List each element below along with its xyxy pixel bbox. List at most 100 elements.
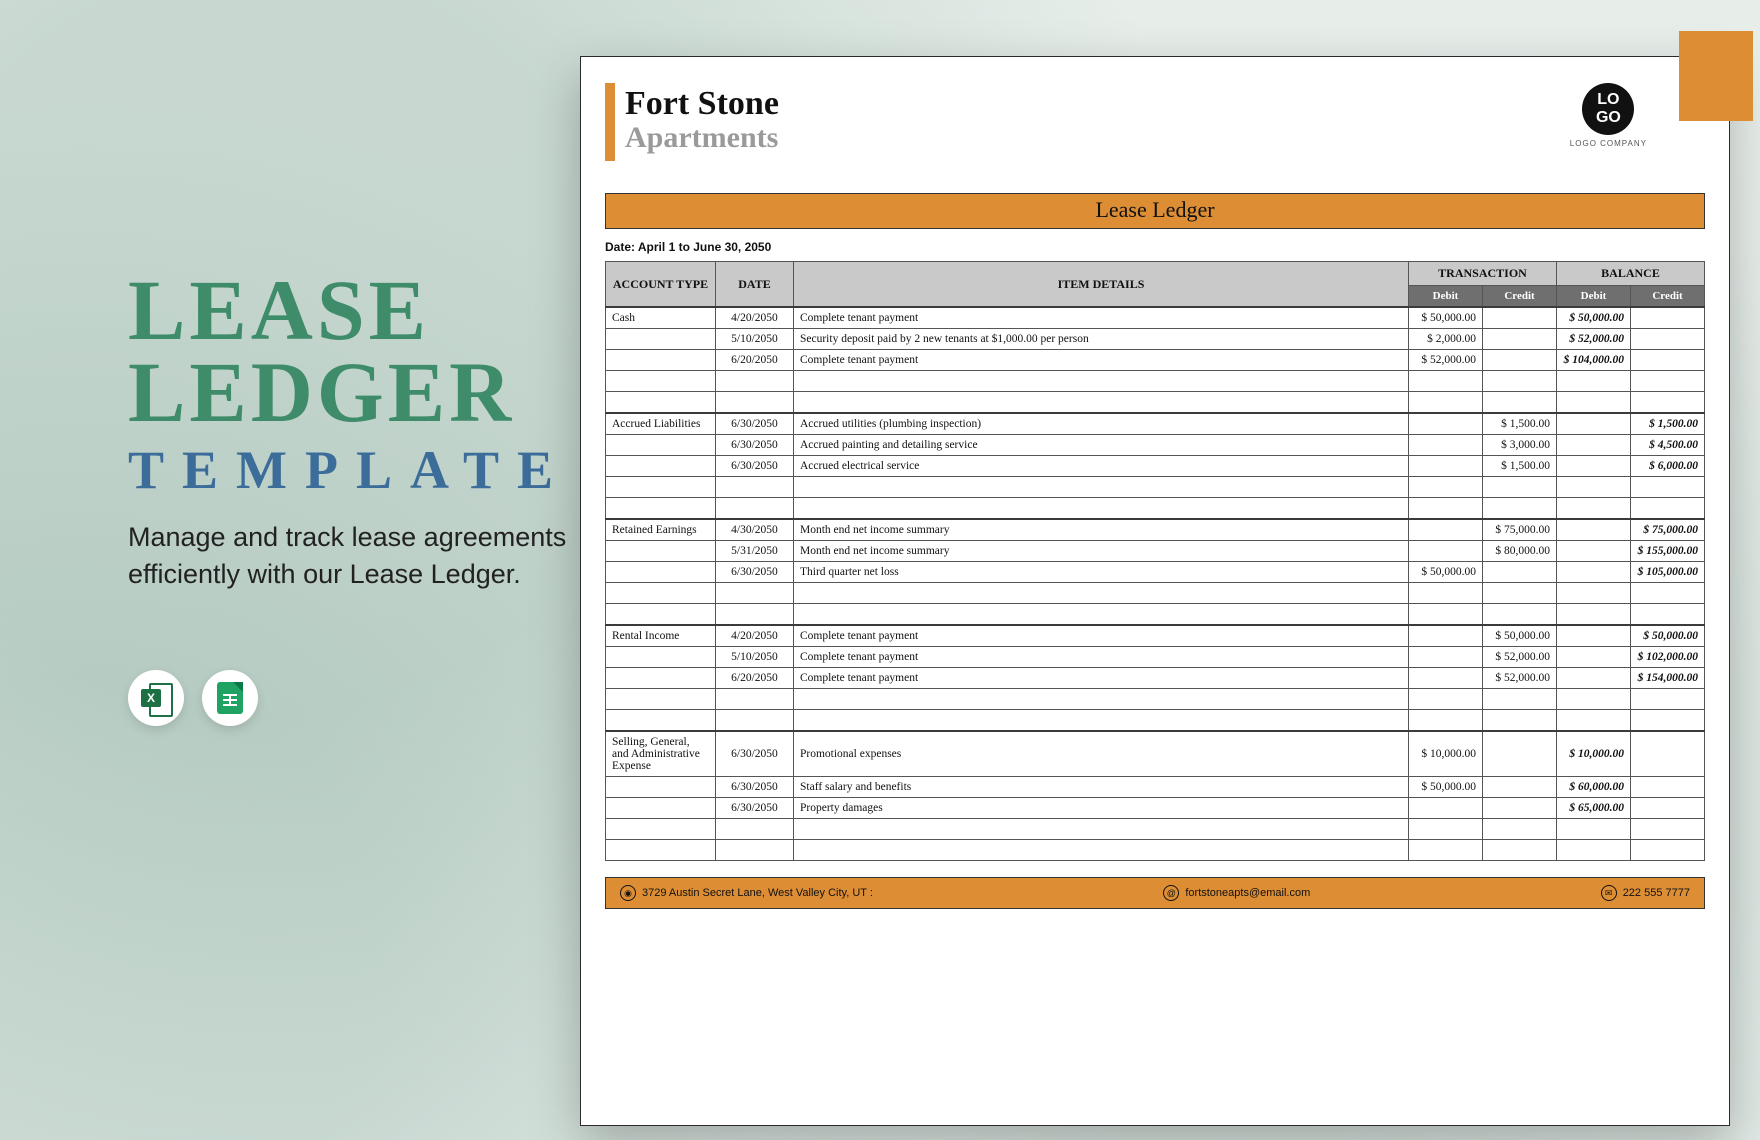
cell: 5/31/2050 — [716, 541, 794, 562]
doc-footer: ◉ 3729 Austin Secret Lane, West Valley C… — [605, 877, 1705, 909]
cell — [1409, 689, 1483, 710]
cell — [1409, 604, 1483, 626]
cell: Accrued utilities (plumbing inspection) — [794, 413, 1409, 435]
cell — [1631, 583, 1705, 604]
cell: Accrued electrical service — [794, 456, 1409, 477]
cell — [716, 392, 794, 414]
cell — [1483, 798, 1557, 819]
cell: $ 80,000.00 — [1483, 541, 1557, 562]
logo-label: LOGO COMPANY — [1570, 139, 1647, 148]
table-row: 6/30/2050Accrued painting and detailing … — [606, 435, 1705, 456]
cell: $ 4,500.00 — [1631, 435, 1705, 456]
cell: $ 50,000.00 — [1409, 562, 1483, 583]
cell: $ 10,000.00 — [1409, 731, 1483, 777]
table-row-spacer — [606, 689, 1705, 710]
table-row: Rental Income4/20/2050Complete tenant pa… — [606, 625, 1705, 647]
cell: Promotional expenses — [794, 731, 1409, 777]
cell — [1631, 604, 1705, 626]
table-row: 5/31/2050Month end net income summary$ 8… — [606, 541, 1705, 562]
cell — [1557, 710, 1631, 732]
cell — [1631, 329, 1705, 350]
cell — [606, 371, 716, 392]
cell: $ 1,500.00 — [1631, 413, 1705, 435]
cell: Month end net income summary — [794, 519, 1409, 541]
cell: Security deposit paid by 2 new tenants a… — [794, 329, 1409, 350]
cell — [606, 435, 716, 456]
cell — [606, 710, 716, 732]
cell: 6/20/2050 — [716, 350, 794, 371]
cell — [606, 562, 716, 583]
cell: $ 60,000.00 — [1557, 777, 1631, 798]
table-row: Retained Earnings4/30/2050Month end net … — [606, 519, 1705, 541]
cell: 6/30/2050 — [716, 435, 794, 456]
cell: $ 10,000.00 — [1557, 731, 1631, 777]
table-row: 6/30/2050Staff salary and benefits$ 50,0… — [606, 777, 1705, 798]
table-row-spacer — [606, 371, 1705, 392]
cell: $ 155,000.00 — [1631, 541, 1705, 562]
cell — [1483, 777, 1557, 798]
cell — [606, 583, 716, 604]
table-row-spacer — [606, 604, 1705, 626]
cell: $ 50,000.00 — [1557, 307, 1631, 329]
cell — [1557, 668, 1631, 689]
cell — [1409, 583, 1483, 604]
cell — [606, 350, 716, 371]
cell: $ 75,000.00 — [1631, 519, 1705, 541]
cell — [1557, 840, 1631, 861]
cell — [1557, 583, 1631, 604]
cell — [1483, 329, 1557, 350]
cell: $ 50,000.00 — [1631, 625, 1705, 647]
cell — [1483, 840, 1557, 861]
table-row: 5/10/2050Complete tenant payment$ 52,000… — [606, 647, 1705, 668]
table-row-spacer — [606, 840, 1705, 861]
cell: $ 52,000.00 — [1483, 668, 1557, 689]
cell — [1631, 731, 1705, 777]
cell — [1631, 819, 1705, 840]
cell — [1557, 413, 1631, 435]
cell — [1483, 498, 1557, 520]
excel-icon — [141, 683, 171, 713]
cell — [1409, 710, 1483, 732]
cell — [1483, 350, 1557, 371]
cell — [1409, 498, 1483, 520]
cell — [606, 798, 716, 819]
promo-title-line2: LEDGER — [128, 352, 588, 434]
col-balance: BALANCE — [1557, 262, 1705, 286]
cell — [716, 371, 794, 392]
cell: $ 50,000.00 — [1409, 777, 1483, 798]
cell — [1409, 668, 1483, 689]
excel-badge[interactable] — [128, 670, 184, 726]
cell: $ 65,000.00 — [1557, 798, 1631, 819]
cell — [1409, 519, 1483, 541]
cell — [1631, 710, 1705, 732]
cell — [1483, 477, 1557, 498]
table-row: 6/20/2050Complete tenant payment$ 52,000… — [606, 350, 1705, 371]
footer-email: @ fortstoneapts@email.com — [1163, 885, 1310, 901]
cell: Complete tenant payment — [794, 625, 1409, 647]
logo-icon: LO GO — [1582, 83, 1634, 135]
cell — [1631, 350, 1705, 371]
cell: $ 102,000.00 — [1631, 647, 1705, 668]
google-sheets-badge[interactable] — [202, 670, 258, 726]
cell — [1557, 625, 1631, 647]
cell — [1409, 456, 1483, 477]
cell: $ 3,000.00 — [1483, 435, 1557, 456]
logo-block: LO GO LOGO COMPANY — [1570, 83, 1647, 148]
cell — [794, 583, 1409, 604]
col-bal-debit: Debit — [1557, 286, 1631, 308]
cell — [1631, 777, 1705, 798]
cell — [1483, 819, 1557, 840]
cell — [606, 498, 716, 520]
cell — [1483, 371, 1557, 392]
date-range: Date: April 1 to June 30, 2050 — [605, 241, 1705, 253]
cell: Complete tenant payment — [794, 307, 1409, 329]
cell: Selling, General, and Administrative Exp… — [606, 731, 716, 777]
cell: Retained Earnings — [606, 519, 716, 541]
cell — [794, 392, 1409, 414]
cell — [1409, 840, 1483, 861]
cell — [1483, 710, 1557, 732]
cell: 6/30/2050 — [716, 798, 794, 819]
table-row-spacer — [606, 477, 1705, 498]
cell: 4/20/2050 — [716, 625, 794, 647]
email-icon: @ — [1163, 885, 1179, 901]
